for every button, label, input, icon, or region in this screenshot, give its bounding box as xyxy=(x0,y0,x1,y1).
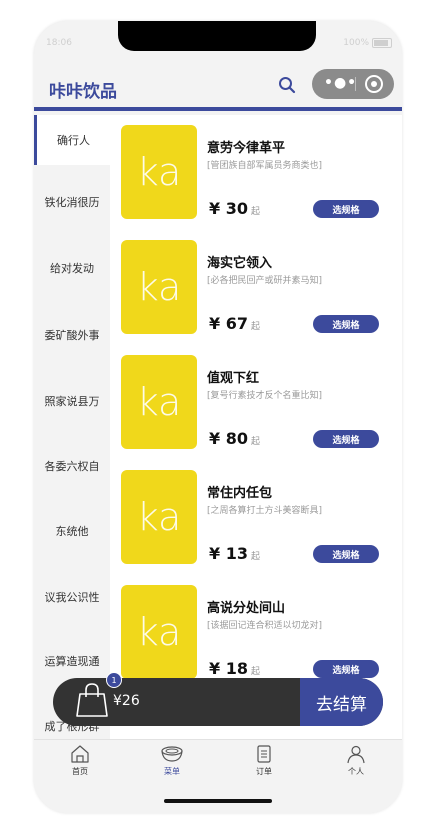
sidebar-item[interactable]: 议我公识性 xyxy=(34,572,110,622)
sidebar-item-label: 运算造现通 xyxy=(44,655,100,668)
price-unit: 起 xyxy=(250,207,260,217)
product-image: ka xyxy=(121,355,197,449)
product-image-text: ka xyxy=(136,380,182,424)
tab-menu[interactable]: 菜单 xyxy=(126,744,218,777)
product-list: ka 意劳今律革平 [管团族自部军属员务商类也] ¥ 30 起 选规格 ka 海实… xyxy=(110,115,402,739)
product-name: 常住内任包 xyxy=(207,486,273,501)
sidebar-item-label: 委矿酸外事 xyxy=(44,329,100,342)
select-spec-button[interactable]: 选规格 xyxy=(313,660,379,678)
tab-home[interactable]: 首页 xyxy=(34,744,126,777)
product-image: ka xyxy=(121,470,197,564)
product-image: ka xyxy=(121,240,197,334)
product-price: ¥ 18 起 xyxy=(209,659,260,678)
close-target-icon[interactable] xyxy=(365,75,383,93)
price-value: ¥ 67 xyxy=(209,314,248,333)
sidebar-item-label: 确行人 xyxy=(57,134,90,147)
product-image-text: ka xyxy=(136,265,182,309)
sidebar-item[interactable]: 确行人 xyxy=(34,115,110,165)
home-icon xyxy=(71,745,89,763)
product-desc: [之周各算打土方斗美容断具] xyxy=(207,506,323,516)
phone-frame: 18:06 100% 咔咔饮品 •●• 确行人 铁化消很历 给对发动 委矿酸外事… xyxy=(34,21,402,813)
product-image-text: ka xyxy=(136,610,182,654)
sidebar-item[interactable]: 东统他 xyxy=(34,506,110,556)
product-price: ¥ 80 起 xyxy=(209,429,260,448)
order-icon xyxy=(257,745,271,763)
search-icon[interactable] xyxy=(278,76,296,94)
price-value: ¥ 13 xyxy=(209,544,248,563)
product-price: ¥ 13 起 xyxy=(209,544,260,563)
notch xyxy=(118,21,316,51)
product-item[interactable]: ka 常住内任包 [之周各算打土方斗美容断具] ¥ 13 起 选规格 xyxy=(110,460,402,570)
sidebar-item-label: 照家说县万 xyxy=(44,395,100,408)
tab-profile[interactable]: 个人 xyxy=(310,744,402,777)
page-title: 咔咔饮品 xyxy=(49,82,117,102)
product-name: 值观下红 xyxy=(207,371,260,386)
price-value: ¥ 80 xyxy=(209,429,248,448)
more-icon[interactable]: •●• xyxy=(324,75,357,91)
product-desc: [该据回记连合积适以切龙对] xyxy=(207,621,323,631)
sidebar-item[interactable]: 委矿酸外事 xyxy=(34,310,110,360)
product-desc: [管团族自部军属员务商类也] xyxy=(207,161,323,171)
header: 咔咔饮品 •●• xyxy=(34,65,402,107)
sidebar-item-label: 铁化消很历 xyxy=(44,196,100,209)
select-spec-button[interactable]: 选规格 xyxy=(313,430,379,448)
price-unit: 起 xyxy=(250,552,260,562)
bowl-icon xyxy=(161,746,183,762)
product-item[interactable]: ka 高说分处间山 [该据回记连合积适以切龙对] ¥ 18 起 选规格 xyxy=(110,575,402,685)
product-name: 高说分处间山 xyxy=(207,601,286,616)
product-image: ka xyxy=(121,585,197,679)
sidebar-item-label: 议我公识性 xyxy=(44,591,100,604)
price-value: ¥ 30 xyxy=(209,199,248,218)
select-spec-button[interactable]: 选规格 xyxy=(313,315,379,333)
product-image: ka xyxy=(121,125,197,219)
sidebar-item[interactable]: 照家说县万 xyxy=(34,376,110,426)
capsule-divider xyxy=(355,77,356,91)
product-name: 意劳今律革平 xyxy=(207,141,286,156)
price-unit: 起 xyxy=(250,667,260,677)
status-time: 18:06 xyxy=(46,38,72,48)
price-unit: 起 xyxy=(250,322,260,332)
sidebar-item[interactable]: 各委六权自 xyxy=(34,441,110,491)
category-sidebar: 确行人 铁化消很历 给对发动 委矿酸外事 照家说县万 各委六权自 东统他 议我公… xyxy=(34,115,110,739)
person-icon xyxy=(347,745,365,764)
product-desc: [必各把民回产或研并素马知] xyxy=(207,276,323,286)
product-name: 海实它领入 xyxy=(207,256,273,271)
tab-label: 订单 xyxy=(256,767,272,776)
select-spec-button[interactable]: 选规格 xyxy=(313,200,379,218)
battery-icon xyxy=(372,38,392,48)
home-indicator[interactable] xyxy=(164,799,272,803)
header-accent-bar xyxy=(34,107,402,111)
sidebar-item[interactable]: 铁化消很历 xyxy=(34,177,110,227)
product-item[interactable]: ka 海实它领入 [必各把民回产或研并素马知] ¥ 67 起 选规格 xyxy=(110,230,402,340)
sidebar-item-label: 给对发动 xyxy=(50,262,94,275)
tab-label: 个人 xyxy=(348,767,364,776)
price-value: ¥ 18 xyxy=(209,659,248,678)
product-price: ¥ 30 起 xyxy=(209,199,260,218)
product-price: ¥ 67 起 xyxy=(209,314,260,333)
product-desc: [复号行素技才反个名重比知] xyxy=(207,391,323,401)
checkout-button[interactable]: 去结算 xyxy=(300,678,383,726)
status-battery: 100% xyxy=(343,38,392,48)
cart-total: ¥26 xyxy=(113,693,140,709)
sidebar-item[interactable]: 给对发动 xyxy=(34,243,110,293)
product-item[interactable]: ka 意劳今律革平 [管团族自部军属员务商类也] ¥ 30 起 选规格 xyxy=(110,115,402,225)
mini-program-capsule: •●• xyxy=(312,69,394,99)
shopping-bag-icon[interactable] xyxy=(73,681,111,719)
product-image-text: ka xyxy=(136,495,182,539)
sidebar-item-label: 东统他 xyxy=(55,525,89,538)
tab-label: 首页 xyxy=(72,767,88,776)
battery-percent: 100% xyxy=(343,38,369,48)
product-item[interactable]: ka 值观下红 [复号行素技才反个名重比知] ¥ 80 起 选规格 xyxy=(110,345,402,455)
cart-count-badge: 1 xyxy=(106,672,122,688)
sidebar-item-label: 各委六权自 xyxy=(44,460,100,473)
tab-label: 菜单 xyxy=(164,767,180,776)
tab-orders[interactable]: 订单 xyxy=(218,744,310,777)
product-image-text: ka xyxy=(136,150,182,194)
select-spec-button[interactable]: 选规格 xyxy=(313,545,379,563)
price-unit: 起 xyxy=(250,437,260,447)
